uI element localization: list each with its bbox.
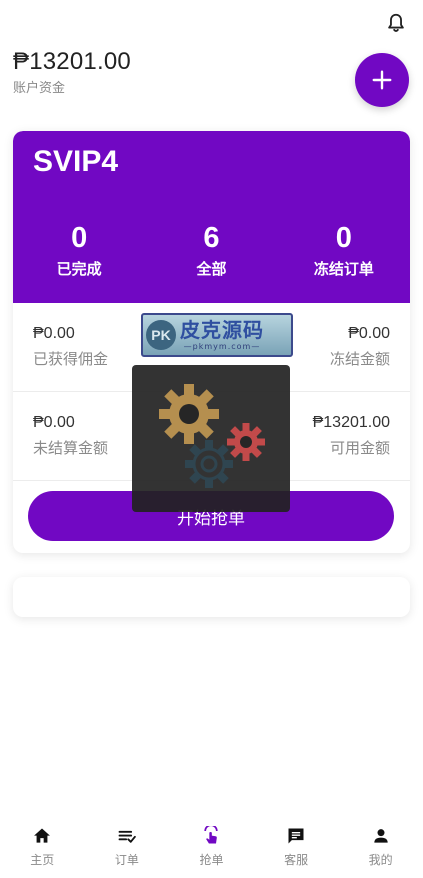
earned-commission-label: 已获得佣金 [33,350,109,368]
frozen-amount: ₱0.00 冻结金额 [330,325,390,369]
available-amount-value: ₱13201.00 [312,414,390,431]
stat-all-value: 6 [203,222,220,254]
tab-orders-label: 订单 [114,853,139,867]
account-balance-label: 账户资金 [13,81,66,96]
available-amount: ₱13201.00 可用金额 [313,414,390,458]
watermark-url: —pkmym.com— [183,341,261,351]
stat-all[interactable]: 6 全部 [145,222,277,279]
bottom-tab-bar: 主页 订单 抢单 客服 我的 [0,818,423,878]
stat-frozen-label: 冻结订单 [313,259,374,278]
available-amount-label: 可用金额 [329,439,390,457]
plus-icon [372,70,392,90]
tab-orders[interactable]: 订单 [85,818,170,878]
add-funds-button[interactable] [355,53,409,107]
user-icon [374,829,388,843]
tab-customer-service-label: 客服 [284,853,309,867]
frozen-amount-value: ₱0.00 [348,325,390,342]
vip-level: SVIP4 [33,145,119,178]
bell-icon[interactable] [385,12,407,34]
order-stats: 0 已完成 6 全部 0 冻结订单 [13,222,410,279]
watermark-title: 皮克源码 [180,317,264,342]
watermark-badge: PK [146,320,176,350]
earned-commission: ₱0.00 已获得佣金 [33,325,108,369]
tab-customer-service[interactable]: 客服 [254,818,339,878]
unsettled-amount: ₱0.00 未结算金额 [33,414,108,458]
grab-order-icon [204,826,219,844]
watermark-text: 皮克源码 —pkmym.com— [180,320,264,351]
balance-section: ₱13201.00 账户资金 [13,48,131,96]
tab-home[interactable]: 主页 [0,818,85,878]
tab-grab-order-label: 抢单 [199,853,224,867]
gear-icon-large [159,384,219,444]
chat-icon [288,828,304,844]
unsettled-amount-label: 未结算金额 [33,439,109,457]
frozen-amount-label: 冻结金额 [329,350,390,368]
loading-overlay [132,365,290,512]
stat-completed-label: 已完成 [56,259,102,278]
empty-content-card [13,577,410,617]
stat-completed-value: 0 [71,222,88,254]
stat-completed[interactable]: 0 已完成 [13,222,145,279]
tab-me[interactable]: 我的 [338,818,423,878]
home-icon [34,828,51,843]
order-list-icon [118,830,136,843]
unsettled-amount-value: ₱0.00 [33,414,75,431]
watermark-logo: PK 皮克源码 —pkmym.com— [141,313,293,357]
earned-commission-amount: ₱0.00 [33,325,75,342]
tab-me-label: 我的 [368,853,393,867]
account-balance: ₱13201.00 [13,48,131,75]
stat-frozen[interactable]: 0 冻结订单 [278,222,410,279]
gear-icon-dark [185,440,233,488]
stat-all-label: 全部 [196,259,227,278]
tab-home-label: 主页 [30,853,55,867]
stat-frozen-value: 0 [335,222,352,254]
tab-grab-order[interactable]: 抢单 [169,818,254,878]
vip-header: SVIP4 0 已完成 6 全部 0 冻结订单 [13,131,410,303]
